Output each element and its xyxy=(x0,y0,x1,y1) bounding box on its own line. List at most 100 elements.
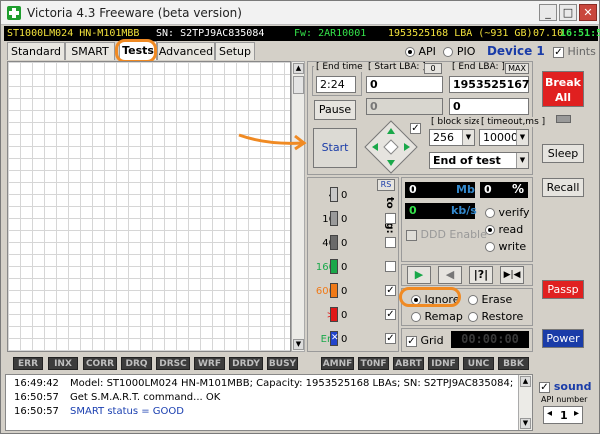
remap-option[interactable]: Remap xyxy=(411,310,463,323)
end-time-field[interactable]: 2:24 xyxy=(316,76,356,93)
write-radio[interactable] xyxy=(485,242,495,252)
led-idnf: IDNF xyxy=(428,357,459,370)
log-line: 16:50:57 SMART status = GOOD xyxy=(6,405,516,419)
log-scrollbar[interactable]: ▲ ▼ xyxy=(518,375,532,430)
latency-log-checkbox[interactable]: ✓ xyxy=(385,333,396,344)
timeout-value: 10000 xyxy=(483,131,518,144)
api-radio[interactable] xyxy=(405,47,415,57)
latency-count: 0 xyxy=(341,286,348,297)
restore-radio[interactable] xyxy=(468,312,478,322)
maximize-button[interactable]: □ xyxy=(559,4,577,21)
remap-radio[interactable] xyxy=(411,312,421,322)
verify-radio[interactable] xyxy=(485,208,495,218)
passp-button[interactable]: Passp xyxy=(542,280,584,299)
drive-info-bar: ST1000LM024 HN-M101MBB SN: S2TPJ9AC83508… xyxy=(4,26,600,41)
latency-row-over: > 0 ✓ xyxy=(310,307,400,324)
api-label: API xyxy=(418,45,436,58)
read-radio[interactable] xyxy=(485,225,495,235)
drive-firmware: Fw: 2AR10001 xyxy=(294,28,367,39)
latency-log-checkbox[interactable] xyxy=(385,261,396,272)
timeout-select[interactable]: 10000 ▼ xyxy=(479,129,529,146)
tab-setup[interactable]: Setup xyxy=(215,42,255,60)
all-label: All xyxy=(554,91,572,104)
latency-log-checkbox[interactable] xyxy=(385,237,396,248)
pio-radio[interactable] xyxy=(443,47,454,57)
skip-button[interactable]: |?| xyxy=(469,266,493,284)
sleep-button[interactable]: Sleep xyxy=(542,144,584,163)
play-button[interactable]: ▶ xyxy=(407,266,431,284)
sound-checkbox[interactable]: ✓ xyxy=(539,381,550,393)
verify-option[interactable]: verify xyxy=(485,206,530,219)
scroll-up-arrow-icon[interactable]: ▲ xyxy=(293,63,304,74)
block-size-value: 256 xyxy=(433,131,454,144)
pause-button[interactable]: Pause xyxy=(314,100,356,120)
restore-option[interactable]: Restore xyxy=(468,310,523,323)
api-number-spinner[interactable]: ◂ 1 ▸ xyxy=(543,406,583,424)
info-clock: 16:51:51 xyxy=(560,28,600,39)
grid-timer: 00:00:00 xyxy=(451,331,529,348)
app-icon xyxy=(7,6,21,20)
end-lba-field[interactable]: 1953525167 xyxy=(449,76,530,93)
spinner-right-arrow-icon[interactable]: ▸ xyxy=(574,408,579,419)
latency-color-swatch xyxy=(330,187,338,202)
latency-log-checkbox[interactable]: ✓ xyxy=(385,285,396,296)
tab-advanced[interactable]: Advanced xyxy=(157,42,215,60)
erase-option[interactable]: Erase xyxy=(468,293,512,306)
hints-label: Hints xyxy=(567,45,596,58)
end-mode-value: End of test xyxy=(433,154,501,167)
sound-option[interactable]: ✓ sound xyxy=(539,380,591,393)
speed-unit: kb/s xyxy=(451,204,477,217)
sound-label: sound xyxy=(553,380,592,393)
chevron-down-icon[interactable]: ▼ xyxy=(516,153,528,168)
victoria-window: Victoria 4.3 Freeware (beta version) _ □… xyxy=(0,0,600,434)
start-lba-field[interactable]: 0 xyxy=(366,76,443,93)
scroll-thumb[interactable] xyxy=(293,76,304,94)
latency-color-swatch xyxy=(330,283,338,298)
grid-scrollbar[interactable]: ▲ ▼ xyxy=(291,61,305,352)
latency-log-checkbox[interactable] xyxy=(385,213,396,224)
chevron-down-icon[interactable]: ▼ xyxy=(516,130,528,145)
tab-standard[interactable]: Standard xyxy=(7,42,65,60)
log-time: 16:50:57 xyxy=(14,406,59,417)
led-t0nf: T0NF xyxy=(358,357,389,370)
power-button[interactable]: Power xyxy=(542,329,584,348)
block-size-select[interactable]: 256 ▼ xyxy=(429,129,475,146)
start-lba-zero-button[interactable]: 0 xyxy=(424,63,442,74)
latency-count: 0 xyxy=(341,334,348,345)
close-button[interactable]: ✕ xyxy=(579,4,597,21)
read-label: read xyxy=(498,223,524,236)
write-label: write xyxy=(498,240,527,253)
hints-option[interactable]: ✓ Hints xyxy=(553,45,596,58)
start-button[interactable]: Start xyxy=(313,128,357,168)
latency-log-checkbox[interactable]: ✓ xyxy=(385,309,396,320)
scroll-down-arrow-icon[interactable]: ▼ xyxy=(293,339,304,350)
hints-checkbox[interactable]: ✓ xyxy=(553,46,564,58)
direction-checkbox[interactable]: ✓ xyxy=(410,123,421,134)
ddd-enable-checkbox[interactable] xyxy=(406,229,417,241)
recall-button[interactable]: Recall xyxy=(542,178,584,197)
spinner-left-arrow-icon[interactable]: ◂ xyxy=(547,408,552,419)
scroll-up-arrow-icon[interactable]: ▲ xyxy=(520,376,531,387)
latency-row-600: 600 0 ✓ xyxy=(310,283,400,300)
end-lba-max-button[interactable]: MAX xyxy=(505,63,529,74)
end-mode-select[interactable]: End of test ▼ xyxy=(429,152,529,169)
tests-tab-highlight xyxy=(115,39,157,63)
led-bbk: BBK xyxy=(498,357,529,370)
latency-count: 0 xyxy=(341,190,348,201)
back-button[interactable]: ◀ xyxy=(438,266,462,284)
grid-checkbox[interactable]: ✓ xyxy=(406,335,417,347)
pio-label: PIO xyxy=(456,45,476,58)
read-option[interactable]: read xyxy=(485,223,523,236)
write-option[interactable]: write xyxy=(485,240,526,253)
scroll-down-arrow-icon[interactable]: ▼ xyxy=(520,418,531,429)
chevron-down-icon[interactable]: ▼ xyxy=(462,130,474,145)
end-button[interactable]: ▶|◀ xyxy=(500,266,524,284)
break-all-button[interactable]: Break All xyxy=(542,71,584,107)
device-label[interactable]: Device 1 xyxy=(487,44,545,58)
grid-option[interactable]: ✓ Grid xyxy=(406,334,444,347)
erase-radio[interactable] xyxy=(468,295,478,305)
ddd-enable-option[interactable]: DDD Enable xyxy=(406,228,487,241)
minimize-button[interactable]: _ xyxy=(539,4,557,21)
tab-smart[interactable]: SMART xyxy=(65,42,115,60)
ignore-highlight xyxy=(399,287,461,307)
